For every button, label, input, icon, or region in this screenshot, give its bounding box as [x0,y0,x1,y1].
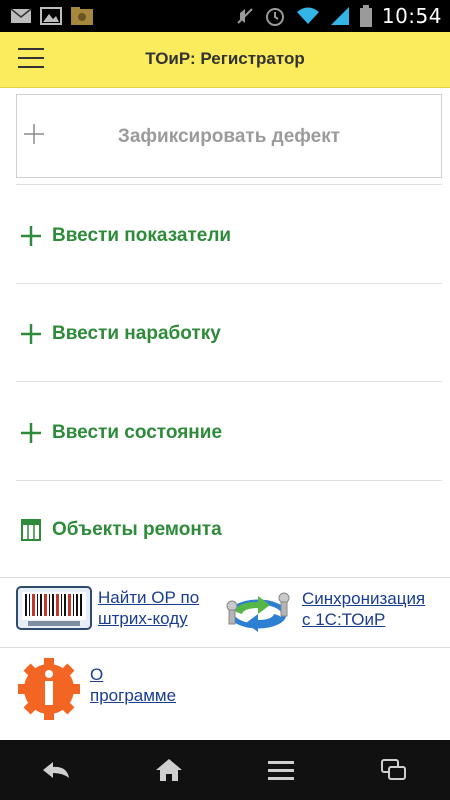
signal-icon [330,6,350,26]
navigation-bar [0,740,450,800]
mail-icon [10,8,32,24]
divider [0,647,450,648]
app-header: ТОиР: Регистратор [0,32,450,88]
battery-icon [359,5,372,27]
enter-state-button[interactable]: Ввести состояние [16,408,442,458]
enter-indicators-button[interactable]: Ввести показатели [16,211,442,261]
mute-icon [236,7,254,25]
app-title: ТОиР: Регистратор [145,49,305,68]
enter-operating-time-button[interactable]: Ввести наработку [16,309,442,359]
divider [16,184,442,185]
about-line1: О [90,665,104,684]
divider [16,283,442,284]
screen: 10:54 ТОиР: Регистратор Зафиксировать де… [0,0,450,800]
home-icon[interactable] [139,750,199,790]
plus-icon [19,322,43,346]
about-text: О программе [90,664,176,706]
table-icon [19,518,43,542]
find-by-barcode-text: Найти ОР по штрих-коду [98,587,199,629]
divider [0,577,450,578]
clock-time: 10:54 [381,4,442,28]
sync-line2: с 1С:ТОиР [302,610,386,629]
sync-link[interactable]: Синхронизация с 1С:ТОиР [222,584,425,634]
wifi-icon [296,6,320,26]
notification-icons [0,6,94,26]
recent-apps-icon[interactable] [364,750,424,790]
about-line2: программе [90,686,177,705]
menu-icon[interactable] [251,750,311,790]
record-defect-label: Зафиксировать дефект [117,126,341,147]
find-by-barcode-line2: штрих-коду [98,609,188,628]
about-link[interactable]: О программе [16,656,176,722]
status-bar: 10:54 [0,0,450,32]
sync-text: Синхронизация с 1С:ТОиР [302,588,425,630]
alarm-icon [264,5,286,27]
enter-state-label: Ввести состояние [52,422,223,443]
enter-operating-time-label: Ввести наработку [52,323,221,344]
barcode-icon [16,586,92,630]
repair-objects-button[interactable]: Объекты ремонта [16,505,442,555]
enter-indicators-label: Ввести показатели [52,225,232,246]
plus-icon [19,224,43,248]
divider [16,480,442,481]
plus-icon [19,421,43,445]
folder-icon [70,6,94,26]
back-icon[interactable] [26,750,86,790]
system-icons: 10:54 [236,0,442,32]
image-icon [40,7,62,25]
info-gear-icon [16,656,82,722]
sync-line1: Синхронизация [302,589,426,608]
divider [16,381,442,382]
repair-objects-label: Объекты ремонта [52,519,222,540]
find-by-barcode-line1: Найти ОР по [98,588,200,607]
find-by-barcode-link[interactable]: Найти ОР по штрих-коду [16,586,199,630]
record-defect-button[interactable]: Зафиксировать дефект [16,94,442,178]
sync-icon [222,584,294,634]
